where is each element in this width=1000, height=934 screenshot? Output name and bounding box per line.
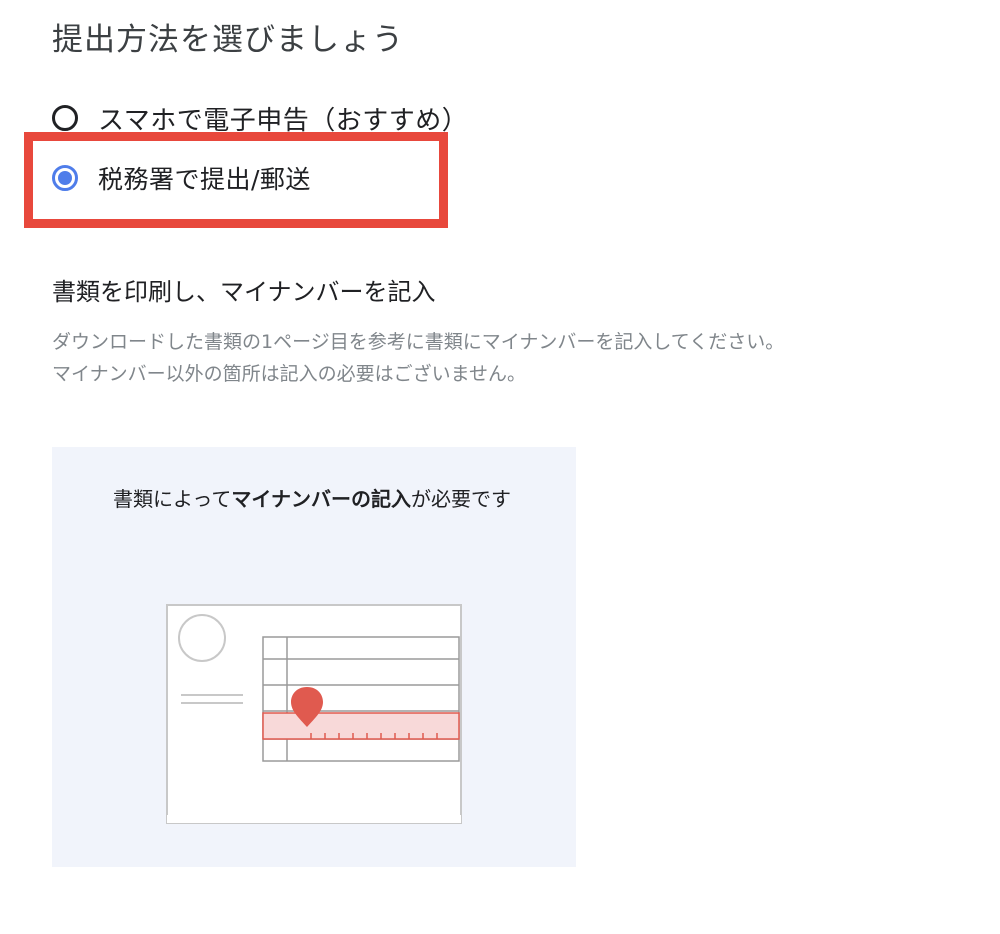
info-card: 書類によってマイナンバーの記入が必要です (52, 447, 576, 867)
info-card-text-after: が必要です (411, 487, 512, 511)
section-description: ダウンロードした書類の1ページ目を参考に書類にマイナンバーを記入してください。 … (52, 326, 982, 390)
info-card-text-bold: マイナンバーの記入 (231, 487, 412, 511)
radio-unchecked-icon[interactable] (52, 105, 78, 131)
radio-label-tax-office-mail: 税務署で提出/郵送 (98, 165, 311, 194)
radio-option-tax-office-mail[interactable]: 税務署で提出/郵送 (52, 158, 311, 198)
document-mynumber-icon (166, 604, 462, 824)
info-card-text: 書類によってマイナンバーの記入が必要です (113, 481, 533, 517)
radio-option-smartphone-e-filing[interactable]: スマホで電子申告（おすすめ） (52, 98, 468, 138)
description-line: ダウンロードした書類の1ページ目を参考に書類にマイナンバーを記入してください。 (52, 331, 785, 353)
page-title: 提出方法を選びましょう (52, 22, 404, 58)
mynumber-row-highlight (262, 712, 460, 740)
description-line: マイナンバー以外の箇所は記入の必要はございません。 (52, 363, 527, 385)
section-heading: 書類を印刷し、マイナンバーを記入 (52, 278, 436, 306)
radio-label-smartphone-e-filing: スマホで電子申告（おすすめ） (98, 105, 469, 136)
info-card-text-before: 書類によって (113, 487, 232, 511)
radio-checked-icon[interactable] (52, 165, 78, 191)
sheet-bottom-edge (167, 815, 461, 823)
